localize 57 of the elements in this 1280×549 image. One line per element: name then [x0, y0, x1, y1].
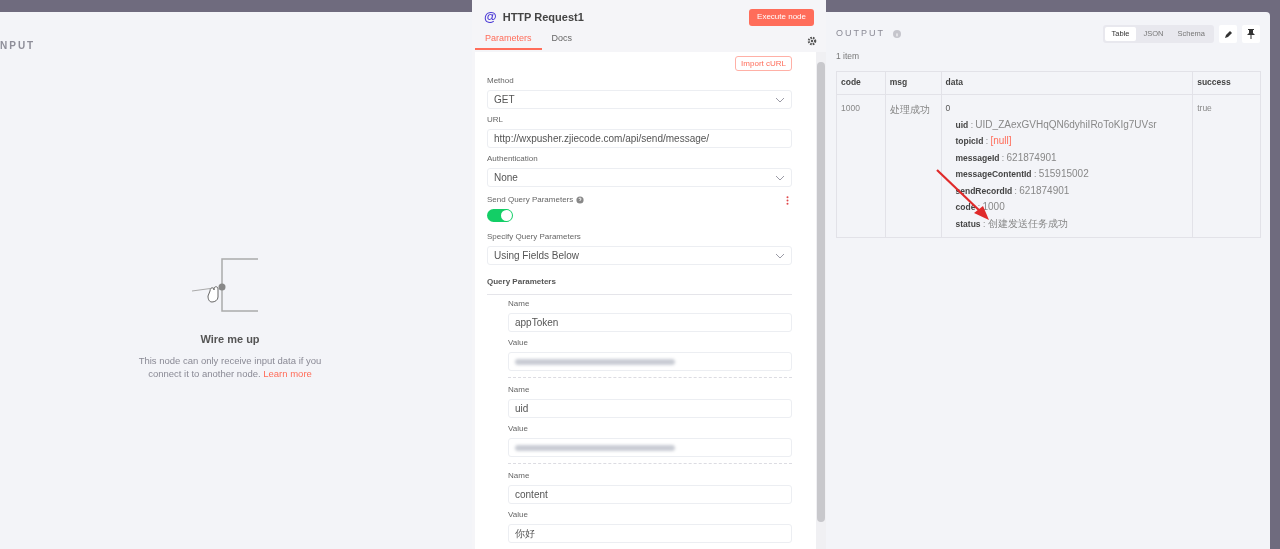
more-options-icon[interactable]	[786, 195, 789, 205]
field-label: Name	[508, 470, 531, 482]
chevron-down-icon	[775, 174, 785, 181]
node-title: HTTP Request1	[502, 9, 584, 25]
data-entry: uid : UID_ZAexGVHqQN6dyhiIRoToKIg7UVsr	[955, 118, 1158, 132]
array-index: 0	[945, 101, 952, 115]
toggle-switch[interactable]	[487, 209, 513, 222]
field-label: Send Query Parameters	[487, 194, 574, 206]
input-field[interactable]: content	[508, 485, 792, 504]
column-header: msg	[885, 71, 941, 95]
tab[interactable]: Docs	[541, 31, 583, 50]
input-field[interactable]: uid	[508, 399, 792, 418]
panel-title: OUTPUT	[836, 27, 885, 41]
data-entry: status : 创建发送任务成功	[955, 218, 1069, 231]
data-entry: topicId : [null]	[955, 135, 1013, 148]
column-header: code	[836, 71, 886, 95]
field-label: Name	[508, 384, 531, 396]
help-icon	[576, 196, 585, 204]
pin-button[interactable]	[1242, 25, 1260, 43]
input-field[interactable]	[508, 352, 792, 371]
input-field[interactable]: appToken	[508, 313, 792, 332]
table-cell: 1000	[836, 94, 886, 238]
info-icon	[893, 30, 901, 38]
input-field[interactable]: http://wxpusher.zjiecode.com/api/send/message/	[487, 129, 792, 148]
input-field[interactable]: 你好	[508, 524, 792, 543]
column-header: data	[941, 71, 1193, 95]
input-field[interactable]	[508, 438, 792, 457]
data-entry: code : 1000	[955, 201, 1006, 215]
pin-icon	[1247, 29, 1255, 39]
node-icon: @	[484, 7, 497, 27]
field-label: Authentication	[487, 153, 539, 165]
chevron-down-icon	[775, 252, 785, 259]
pencil-icon	[1223, 29, 1233, 39]
item-count: 1 item	[836, 50, 861, 63]
settings-icon[interactable]	[807, 36, 817, 46]
scrollbar-thumb[interactable]	[817, 62, 825, 522]
field-label: Method	[487, 75, 515, 87]
select-field[interactable]: GET	[487, 90, 792, 109]
select-field[interactable]: None	[487, 168, 792, 187]
table-cell: 处理成功	[885, 94, 941, 238]
field-label: URL	[487, 114, 504, 126]
select-field[interactable]: Using Fields Below	[487, 246, 792, 265]
field-label: Name	[508, 298, 531, 310]
data-entry: messageId : 621874901	[955, 151, 1058, 165]
field-label: Value	[508, 509, 529, 521]
data-entry: messageContentId : 515915002	[955, 168, 1090, 181]
section-title: Query Parameters	[487, 277, 556, 286]
column-header: success	[1192, 71, 1261, 95]
field-label: Value	[508, 337, 529, 349]
edit-button[interactable]	[1219, 25, 1237, 43]
field-label: Value	[508, 423, 529, 435]
panel-title: NPUT	[0, 39, 36, 53]
empty-state-title: Wire me up	[200, 332, 260, 347]
table-cell: true	[1192, 94, 1261, 238]
chevron-down-icon	[775, 96, 785, 103]
field-label: Specify Query Parameters	[487, 231, 582, 243]
empty-state-text: This node can only receive input data if you connect it to another node. Learn more	[137, 353, 323, 380]
